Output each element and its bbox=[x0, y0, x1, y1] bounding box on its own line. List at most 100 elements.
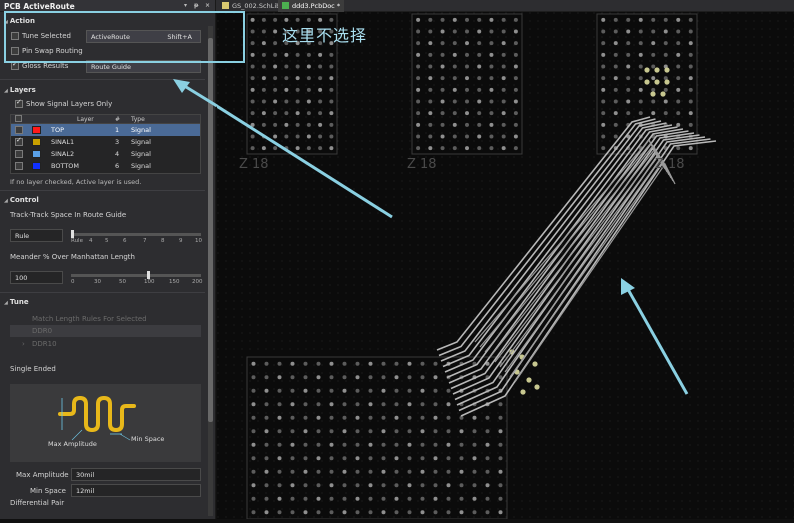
panel-menu-icon[interactable]: ▾ bbox=[184, 2, 187, 9]
route-guide-button-label: Route Guide bbox=[91, 63, 132, 71]
layer-checkbox[interactable] bbox=[15, 162, 23, 170]
track-space-field[interactable]: Rule bbox=[10, 229, 63, 242]
pad bbox=[318, 122, 323, 127]
pad bbox=[284, 99, 289, 104]
show-signal-checkbox[interactable] bbox=[15, 98, 23, 108]
tune-item-row[interactable]: › DDR10 bbox=[10, 338, 201, 350]
layer-name: TOP bbox=[51, 126, 65, 134]
close-icon[interactable]: × bbox=[205, 2, 210, 9]
pad bbox=[489, 99, 494, 104]
pad bbox=[261, 111, 266, 116]
min-space-field[interactable]: 12mil bbox=[71, 484, 201, 497]
pad bbox=[303, 442, 308, 447]
layer-row[interactable]: TOP 1 Signal bbox=[11, 124, 200, 136]
pad bbox=[318, 99, 323, 104]
pad bbox=[501, 17, 506, 22]
pin-icon[interactable]: ᵽ bbox=[194, 2, 198, 9]
track-space-thumb[interactable] bbox=[71, 230, 74, 238]
track-space-ticks: Rule 4 5 6 7 8 9 10 bbox=[71, 238, 202, 246]
pad bbox=[342, 361, 347, 366]
pad bbox=[465, 87, 469, 92]
pad bbox=[651, 41, 656, 46]
gloss-results-checkbox[interactable] bbox=[11, 60, 19, 70]
pad bbox=[342, 510, 347, 515]
pad bbox=[290, 402, 295, 407]
pad bbox=[318, 87, 323, 92]
pad bbox=[318, 64, 323, 69]
pad bbox=[440, 64, 445, 69]
layer-checkbox[interactable] bbox=[15, 136, 23, 146]
pad bbox=[663, 99, 668, 104]
track-space-slider[interactable] bbox=[71, 230, 201, 238]
layer-color-swatch bbox=[32, 150, 41, 158]
pad bbox=[316, 496, 321, 501]
pad bbox=[465, 134, 469, 139]
pad bbox=[498, 402, 503, 407]
pad bbox=[626, 17, 631, 22]
layer-row[interactable]: SINAL1 3 Signal bbox=[11, 136, 200, 148]
col-type: Type bbox=[131, 116, 145, 123]
pad bbox=[440, 41, 445, 46]
control-section-header[interactable]: ◢ Control bbox=[0, 193, 205, 206]
pad bbox=[250, 134, 255, 139]
layer-checkbox[interactable] bbox=[15, 150, 23, 158]
tab-label: ddd3.PcbDoc * bbox=[292, 2, 341, 10]
pad bbox=[452, 29, 457, 34]
layer-checkbox[interactable] bbox=[15, 126, 23, 134]
slider-tick-label: 8 bbox=[161, 238, 165, 244]
pad bbox=[626, 111, 631, 116]
slider-tick-label: 6 bbox=[123, 238, 127, 244]
meander-thumb[interactable] bbox=[147, 271, 150, 279]
pad bbox=[342, 442, 347, 447]
pad bbox=[273, 87, 278, 92]
track-space-label: Track-Track Space In Route Guide bbox=[10, 211, 127, 219]
pad bbox=[394, 429, 399, 434]
pad bbox=[534, 384, 540, 390]
pad bbox=[273, 99, 278, 104]
pad bbox=[251, 442, 256, 447]
meander-slider[interactable] bbox=[71, 271, 201, 279]
pad bbox=[329, 402, 334, 407]
pad bbox=[513, 146, 518, 151]
pad bbox=[498, 483, 503, 488]
pad bbox=[651, 76, 656, 81]
tab-pcbdoc[interactable]: ddd3.PcbDoc * bbox=[278, 0, 345, 12]
pad bbox=[407, 469, 412, 474]
pad bbox=[676, 122, 681, 127]
pad bbox=[277, 388, 282, 393]
pad bbox=[295, 99, 300, 104]
pad bbox=[489, 122, 494, 127]
pcb-canvas[interactable]: Z 18 Z 18 Z 18 bbox=[177, 12, 794, 520]
pad bbox=[477, 76, 482, 81]
match-length-option[interactable]: Match Length Rules For Selected bbox=[32, 315, 205, 323]
layer-row[interactable]: SINAL2 4 Signal bbox=[11, 148, 200, 160]
tune-section-header[interactable]: ◢ Tune bbox=[0, 295, 205, 308]
pad bbox=[273, 111, 278, 116]
pad bbox=[368, 510, 373, 515]
layer-row[interactable]: BOTTOM 6 Signal bbox=[11, 160, 200, 172]
max-amplitude-field[interactable]: 30mil bbox=[71, 468, 201, 481]
pad bbox=[261, 64, 266, 69]
pad bbox=[440, 146, 445, 151]
pad bbox=[489, 134, 494, 139]
pad bbox=[295, 76, 300, 81]
pad bbox=[613, 99, 618, 104]
pad bbox=[368, 402, 373, 407]
pad bbox=[601, 41, 606, 46]
tune-item-selected-row[interactable]: DDR0 bbox=[10, 325, 201, 337]
pcbdoc-file-icon bbox=[282, 2, 289, 9]
pcb-drawing[interactable]: Z 18 Z 18 Z 18 bbox=[177, 12, 794, 520]
pad bbox=[446, 469, 451, 474]
pad bbox=[440, 17, 445, 22]
expand-icon[interactable]: › bbox=[22, 340, 25, 348]
pad bbox=[638, 111, 643, 116]
pad bbox=[440, 122, 445, 127]
pad bbox=[477, 146, 482, 151]
select-all-checkbox[interactable] bbox=[15, 115, 22, 122]
pad bbox=[416, 87, 421, 92]
pad bbox=[368, 375, 373, 380]
meander-field[interactable]: 100 bbox=[10, 271, 63, 284]
pad bbox=[498, 442, 503, 447]
pad bbox=[472, 456, 477, 461]
pad bbox=[420, 469, 425, 474]
